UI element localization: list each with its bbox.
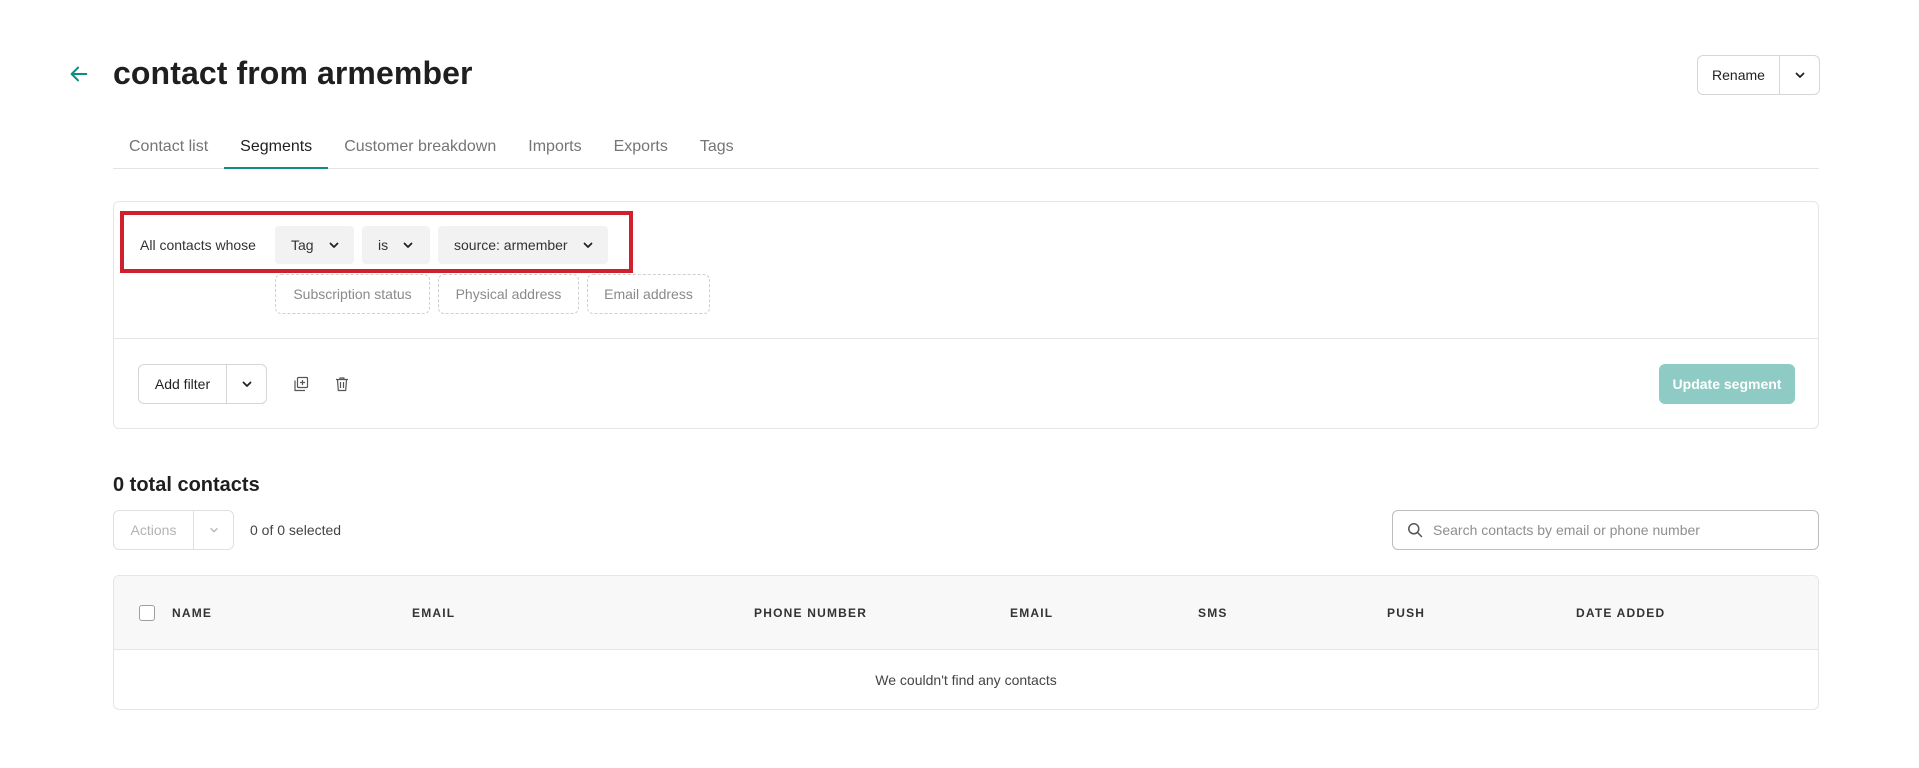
suggestion-subscription-status[interactable]: Subscription status <box>275 274 430 314</box>
rename-button[interactable]: Rename <box>1698 56 1780 94</box>
total-contacts-heading: 0 total contacts <box>113 474 260 496</box>
column-header-push[interactable]: PUSH <box>1387 606 1425 620</box>
column-header-email[interactable]: EMAIL <box>412 606 455 620</box>
column-header-name[interactable]: NAME <box>172 606 212 620</box>
duplicate-filter-button[interactable] <box>291 374 311 394</box>
back-arrow-icon[interactable] <box>68 63 90 85</box>
chevron-down-icon <box>242 381 251 387</box>
tab-customer-breakdown[interactable]: Customer breakdown <box>328 127 512 169</box>
card-divider <box>114 338 1818 339</box>
chevron-down-icon <box>1795 72 1804 78</box>
search-field <box>1392 510 1819 550</box>
tab-exports[interactable]: Exports <box>598 127 684 169</box>
add-filter-dropdown-button[interactable] <box>227 365 266 403</box>
table-header: NAME EMAIL PHONE NUMBER EMAIL SMS PUSH D… <box>114 576 1818 650</box>
contacts-table: NAME EMAIL PHONE NUMBER EMAIL SMS PUSH D… <box>113 575 1819 710</box>
duplicate-icon <box>294 376 309 392</box>
rename-dropdown-button[interactable] <box>1780 56 1819 94</box>
update-segment-button[interactable]: Update segment <box>1659 364 1795 404</box>
trash-icon <box>336 377 348 392</box>
page-title: contact from armember <box>113 55 473 91</box>
actions-button[interactable]: Actions <box>114 511 194 549</box>
tab-imports[interactable]: Imports <box>512 127 597 169</box>
search-icon <box>1408 523 1423 538</box>
select-all-checkbox[interactable] <box>139 605 155 621</box>
suggestion-physical-address[interactable]: Physical address <box>438 274 579 314</box>
add-filter-button-group: Add filter <box>138 364 267 404</box>
tab-tags[interactable]: Tags <box>684 127 750 169</box>
selected-count: 0 of 0 selected <box>250 522 342 538</box>
add-filter-button[interactable]: Add filter <box>139 365 227 403</box>
tab-bar: Contact list Segments Customer breakdown… <box>113 127 1819 169</box>
search-input[interactable] <box>1433 522 1803 538</box>
actions-button-group: Actions <box>113 510 234 550</box>
column-header-email-status[interactable]: EMAIL <box>1010 606 1053 620</box>
column-header-sms[interactable]: SMS <box>1198 606 1228 620</box>
rename-button-group: Rename <box>1697 55 1820 95</box>
empty-state-message: We couldn't find any contacts <box>875 672 1057 688</box>
column-header-phone-number[interactable]: PHONE NUMBER <box>754 606 867 620</box>
suggestion-email-address[interactable]: Email address <box>587 274 710 314</box>
tab-contact-list[interactable]: Contact list <box>113 127 224 169</box>
chevron-down-icon <box>209 528 218 533</box>
tab-segments[interactable]: Segments <box>224 127 329 169</box>
column-header-date-added[interactable]: DATE ADDED <box>1576 606 1665 620</box>
actions-dropdown-button[interactable] <box>194 511 233 549</box>
highlight-annotation-box <box>120 211 633 273</box>
delete-filter-button[interactable] <box>332 374 352 394</box>
